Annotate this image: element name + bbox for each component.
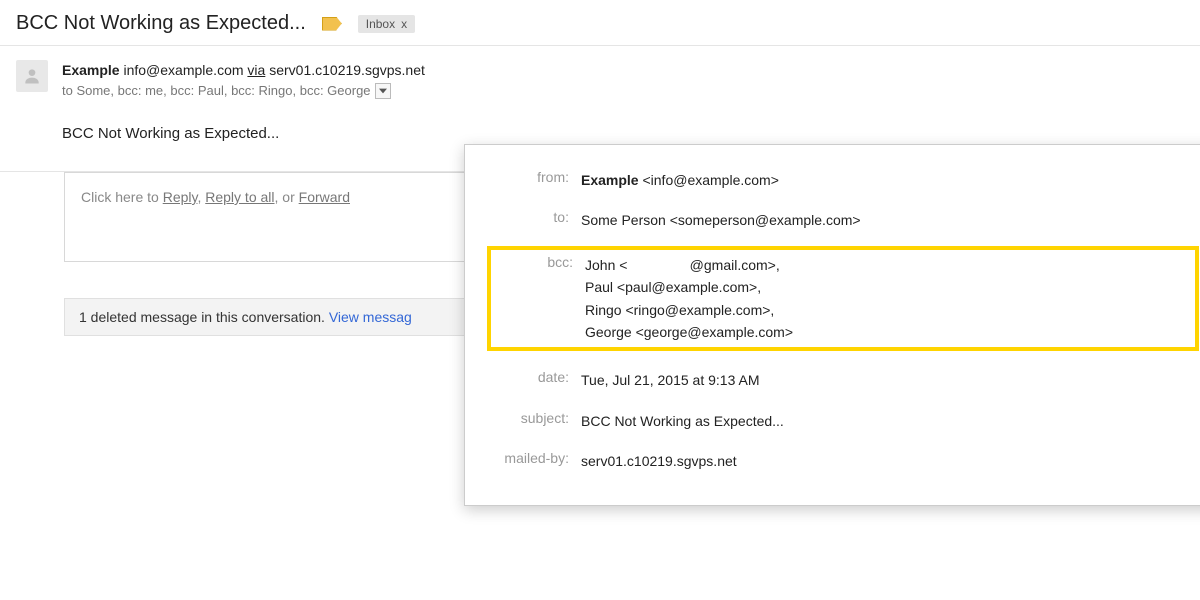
- sender-line: Example info@example.com via serv01.c102…: [62, 60, 1184, 81]
- forward-link[interactable]: Forward: [299, 189, 350, 205]
- bcc-entry: Ringo <ringo@example.com>,: [585, 299, 793, 321]
- details-toggle[interactable]: [375, 83, 391, 99]
- bcc-entry: John < @gmail.com>,: [585, 254, 793, 276]
- details-bcc-highlight: bcc: John < @gmail.com>, Paul <paul@exam…: [487, 246, 1199, 352]
- details-label-date: date:: [493, 369, 569, 385]
- reply-link[interactable]: Reply: [163, 189, 198, 205]
- details-value-bcc: John < @gmail.com>, Paul <paul@example.c…: [585, 254, 793, 344]
- via-server: serv01.c10219.sgvps.net: [269, 62, 425, 78]
- bcc-entry: George <george@example.com>: [585, 321, 793, 343]
- reply-all-link[interactable]: Reply to all: [205, 189, 274, 205]
- view-deleted-link[interactable]: View messag: [329, 309, 412, 325]
- chevron-down-icon: [379, 88, 387, 94]
- details-value-date: Tue, Jul 21, 2015 at 9:13 AM: [581, 369, 760, 391]
- reply-box-prefix: Click here to: [81, 189, 163, 205]
- label-chip-text: Inbox: [366, 17, 395, 31]
- separator: , or: [275, 189, 299, 205]
- details-label-to: to:: [493, 209, 569, 225]
- details-label-subject: subject:: [493, 410, 569, 426]
- sender-name: Example: [62, 62, 120, 78]
- deleted-messages-text: 1 deleted message in this conversation.: [79, 309, 329, 325]
- page-title: BCC Not Working as Expected...: [16, 12, 306, 35]
- details-value-subject: BCC Not Working as Expected...: [581, 410, 784, 432]
- via-label: via: [247, 62, 265, 78]
- recipients-summary: to Some, bcc: me, bcc: Paul, bcc: Ringo,…: [62, 81, 371, 101]
- details-label-mailedby: mailed-by:: [493, 450, 569, 466]
- avatar: [16, 60, 48, 92]
- message-body-preview: BCC Not Working as Expected...: [62, 123, 1184, 146]
- person-icon: [22, 66, 42, 86]
- sender-address: info@example.com: [123, 62, 243, 78]
- details-value-mailedby: serv01.c10219.sgvps.net: [581, 450, 737, 472]
- details-popover: from: Example <info@example.com> to: Som…: [464, 144, 1200, 506]
- details-label-from: from:: [493, 169, 569, 185]
- label-chip-remove-icon[interactable]: x: [401, 18, 407, 30]
- details-value-from: Example <info@example.com>: [581, 169, 779, 191]
- importance-marker-icon[interactable]: [322, 17, 342, 31]
- label-chip-inbox[interactable]: Inbox x: [358, 15, 415, 33]
- bcc-entry: Paul <paul@example.com>,: [585, 276, 793, 298]
- details-value-to: Some Person <someperson@example.com>: [581, 209, 861, 231]
- details-label-bcc: bcc:: [497, 254, 573, 270]
